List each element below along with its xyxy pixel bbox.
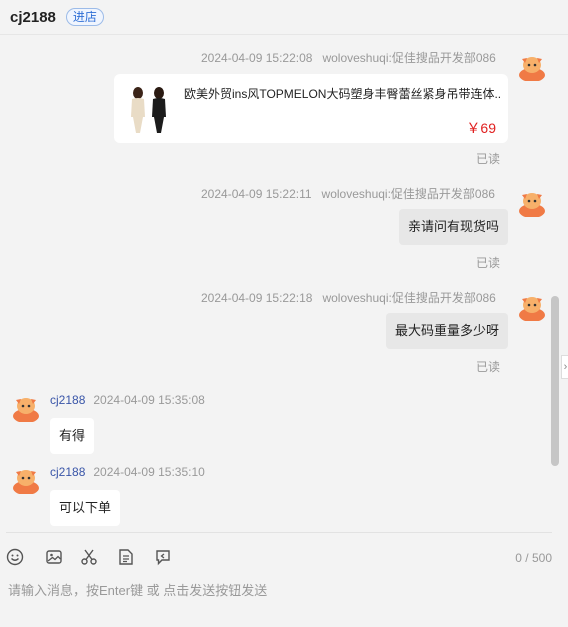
message-input[interactable] <box>6 578 550 622</box>
seller-avatar <box>519 57 545 81</box>
message-meta: 2024-04-09 15:22:11 woloveshuqi:促佳搜品开发部08… <box>201 185 495 202</box>
message-time: 2024-04-09 15:22:08 <box>201 51 313 65</box>
read-status: 已读 <box>476 152 501 166</box>
message-sender: woloveshuqi:促佳搜品开发部086 <box>321 187 495 201</box>
message-bubble[interactable]: 最大码重量多少呀 <box>385 313 508 349</box>
divider <box>6 532 552 533</box>
message-sender: cj2188 <box>50 393 86 407</box>
enter-shop-button[interactable]: 进店 <box>65 8 104 26</box>
message-meta: cj2188 2024-04-09 15:35:08 <box>50 393 205 407</box>
read-status: 已读 <box>476 256 501 270</box>
message-time: 2024-04-09 15:35:10 <box>93 465 205 479</box>
scrollbar-thumb[interactable] <box>551 296 559 466</box>
buyer-avatar <box>13 398 39 422</box>
message-time: 2024-04-09 15:22:18 <box>201 291 313 305</box>
message-bubble[interactable]: 可以下单 <box>50 490 121 526</box>
message-sender: woloveshuqi:促佳搜品开发部086 <box>322 291 496 305</box>
product-card[interactable]: 欧美外贸ins风TOPMELON大码塑身丰臀蕾丝紧身吊带连体... ￥69 <box>114 74 508 143</box>
char-counter: 0 / 500 <box>515 551 552 565</box>
message-time: 2024-04-09 15:22:11 <box>201 187 312 201</box>
product-price: ￥69 <box>466 120 496 136</box>
shop-name: cj2188 <box>10 8 56 26</box>
message-input-area <box>0 574 568 627</box>
input-toolbar: 0 / 500 <box>0 540 568 574</box>
read-status: 已读 <box>476 360 501 374</box>
seller-avatar <box>519 297 545 321</box>
message-bubble[interactable]: 有得 <box>50 418 95 454</box>
collapse-arrow-icon[interactable]: › <box>561 355 568 379</box>
chat-header: cj2188 进店 <box>0 0 568 35</box>
message-time: 2024-04-09 15:35:08 <box>93 393 205 407</box>
message-meta: 2024-04-09 15:22:08 woloveshuqi:促佳搜品开发部08… <box>201 49 496 66</box>
message-list[interactable]: 2024-04-09 15:22:08 woloveshuqi:促佳搜品开发部08… <box>0 35 548 532</box>
seller-avatar <box>519 193 545 217</box>
order-icon[interactable] <box>117 548 135 566</box>
message-bubble[interactable]: 亲请问有现货吗 <box>398 209 508 245</box>
scissors-icon[interactable] <box>80 548 98 566</box>
message-meta: 2024-04-09 15:22:18 woloveshuqi:促佳搜品开发部08… <box>201 289 496 306</box>
emoji-icon[interactable] <box>6 548 24 566</box>
product-image <box>124 83 174 133</box>
quick-reply-icon[interactable] <box>154 548 172 566</box>
message-meta: cj2188 2024-04-09 15:35:10 <box>50 465 205 479</box>
product-title: 欧美外贸ins风TOPMELON大码塑身丰臀蕾丝紧身吊带连体... <box>184 87 502 101</box>
message-sender: woloveshuqi:促佳搜品开发部086 <box>322 51 496 65</box>
buyer-avatar <box>13 470 39 494</box>
image-icon[interactable] <box>45 548 63 566</box>
message-sender: cj2188 <box>50 465 86 479</box>
